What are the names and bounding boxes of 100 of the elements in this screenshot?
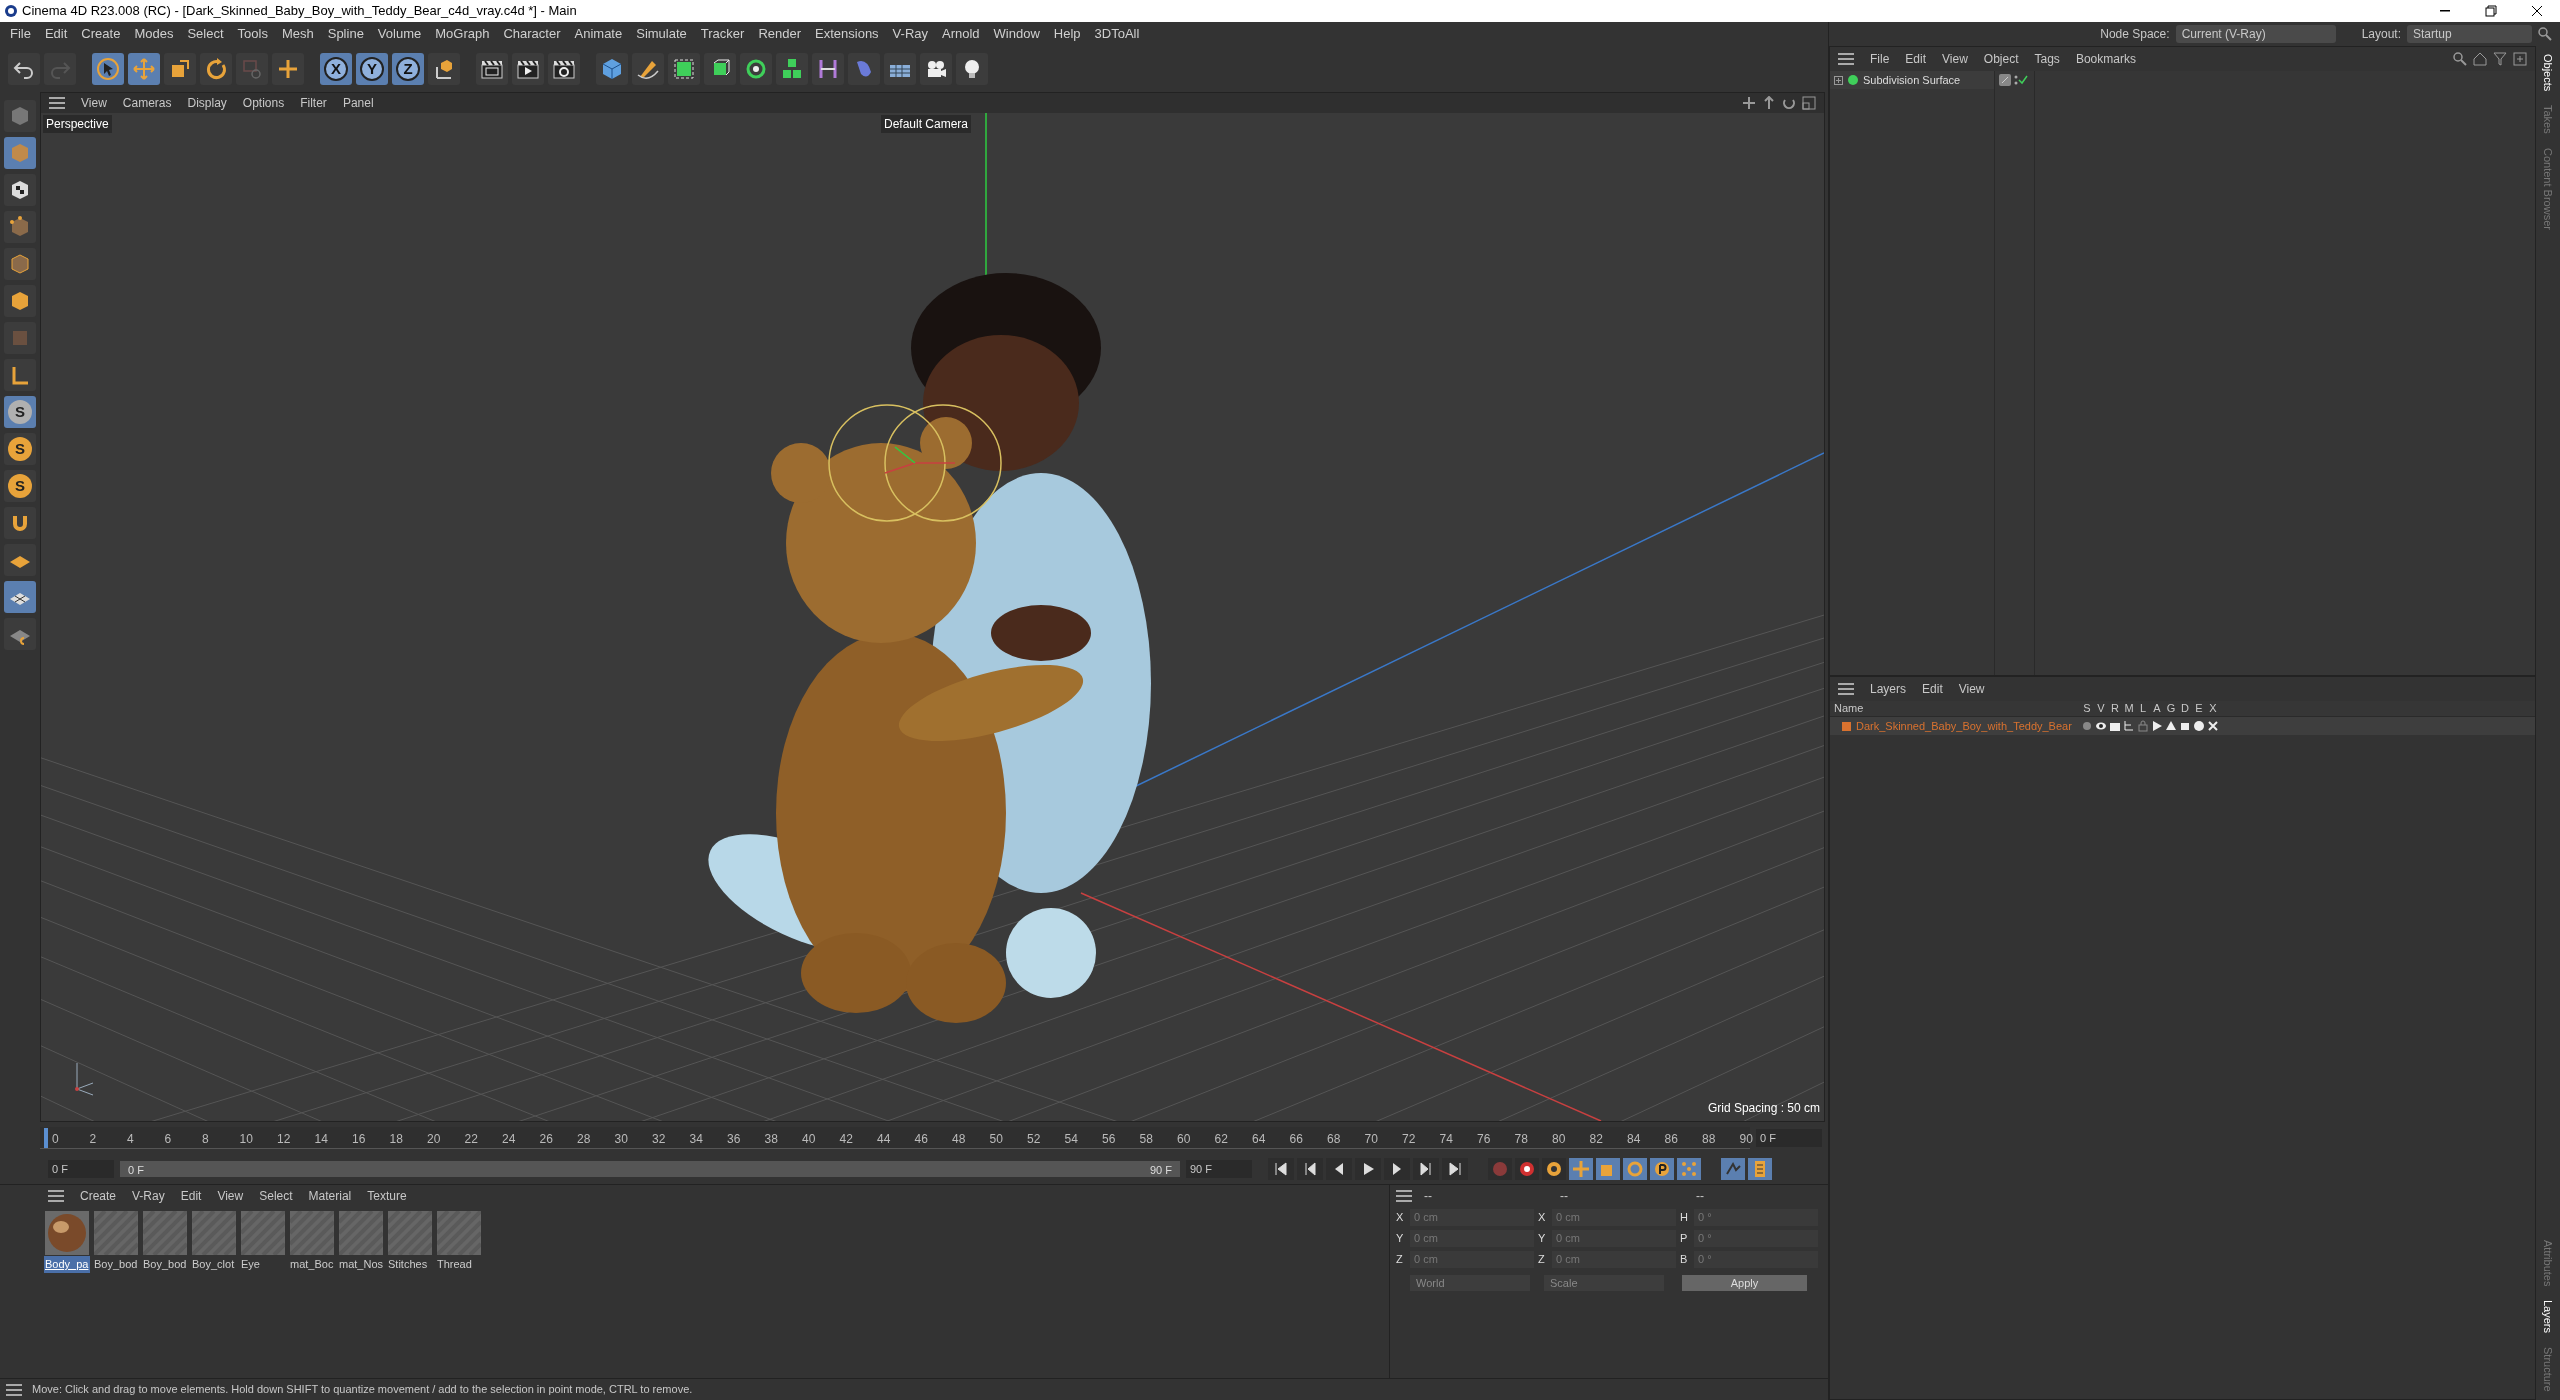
viewport-menu-item[interactable]: Cameras xyxy=(122,94,172,112)
material-name[interactable]: Body_pa xyxy=(44,1256,90,1273)
axis-button[interactable]: Y xyxy=(356,53,388,85)
material-name[interactable]: Boy_bod xyxy=(142,1256,188,1273)
menu-item[interactable]: MoGraph xyxy=(435,24,490,44)
objects-menu-item[interactable]: Tags xyxy=(2034,50,2060,68)
magnet-button[interactable] xyxy=(4,507,36,539)
menu-item[interactable]: Modes xyxy=(134,24,174,44)
viewport-menu-item[interactable]: Filter xyxy=(300,94,327,112)
menu-item[interactable]: Select xyxy=(187,24,224,44)
objects-menu-item[interactable]: Bookmarks xyxy=(2075,50,2136,68)
snap-button[interactable]: S xyxy=(4,396,36,428)
material-name[interactable]: Thread xyxy=(436,1256,482,1273)
objects-menu-item[interactable]: Object xyxy=(1983,50,2019,68)
menu-item[interactable]: Simulate xyxy=(636,24,687,44)
pen-button[interactable] xyxy=(632,53,664,85)
material-name[interactable]: Boy_bod xyxy=(93,1256,139,1273)
maximize-view-button[interactable] xyxy=(1802,96,1816,110)
previous-key-button[interactable] xyxy=(1297,1158,1323,1180)
material-name[interactable]: mat_Boc xyxy=(289,1256,335,1273)
frame-range-slider[interactable]: 0 F 90 F xyxy=(120,1161,1180,1177)
material-menu-item[interactable]: Select xyxy=(259,1187,293,1205)
material-name[interactable]: mat_Nos xyxy=(338,1256,384,1273)
viewport-menu-item[interactable]: View xyxy=(81,94,107,112)
dolly-button[interactable] xyxy=(1762,96,1776,110)
previous-frame-button[interactable] xyxy=(1326,1158,1352,1180)
current-frame-field[interactable]: 0 F xyxy=(1756,1129,1822,1147)
objects-menu-item[interactable]: View xyxy=(1942,50,1968,68)
objects-menu-item[interactable]: Edit xyxy=(1905,50,1927,68)
menu-item[interactable]: Render xyxy=(758,24,801,44)
next-key-button[interactable] xyxy=(1413,1158,1439,1180)
undo-button[interactable] xyxy=(8,53,40,85)
viewport-menu-item[interactable]: Panel xyxy=(342,94,374,112)
grid-snap-button[interactable] xyxy=(4,581,36,613)
material-menu-item[interactable]: Create xyxy=(80,1187,117,1205)
menu-item[interactable]: Extensions xyxy=(815,24,879,44)
edges-mode-button[interactable] xyxy=(4,248,36,280)
cubes-button[interactable] xyxy=(776,53,808,85)
timeline-button[interactable] xyxy=(1721,1158,1745,1180)
points-mode-button[interactable] xyxy=(4,211,36,243)
model-mode-button[interactable] xyxy=(4,100,36,132)
play-button[interactable] xyxy=(1355,1158,1381,1180)
end-frame-field[interactable]: 90 F xyxy=(1186,1160,1252,1178)
go-to-start-button[interactable] xyxy=(1268,1158,1294,1180)
menu-item[interactable]: Arnold xyxy=(942,24,980,44)
cursor-button[interactable] xyxy=(92,53,124,85)
subdivision-button[interactable] xyxy=(668,53,700,85)
viewport-menu-item[interactable]: Display xyxy=(187,94,227,112)
menu-item[interactable]: Help xyxy=(1053,24,1081,44)
layers-menu-item[interactable]: Layers xyxy=(1870,680,1907,698)
light-bulb-button[interactable] xyxy=(956,53,988,85)
render-settings-button[interactable] xyxy=(548,53,580,85)
layers-menu-item[interactable]: Edit xyxy=(1922,680,1943,698)
menu-item[interactable]: Tracker xyxy=(700,24,745,44)
material-name[interactable]: Boy_clot xyxy=(191,1256,237,1273)
axis-button[interactable]: Z xyxy=(392,53,424,85)
key-parameter-button[interactable] xyxy=(1650,1158,1674,1180)
floor-button[interactable] xyxy=(884,53,916,85)
objects-menu-item[interactable]: File xyxy=(1870,50,1890,68)
side-tab[interactable]: Layers xyxy=(2539,1300,2557,1334)
coordinate-system-button[interactable] xyxy=(428,53,460,85)
deformer-button[interactable] xyxy=(812,53,844,85)
polygons-mode-button[interactable] xyxy=(4,285,36,317)
menu-item[interactable]: Character xyxy=(503,24,561,44)
menu-item[interactable]: Spline xyxy=(327,24,364,44)
cloner-button[interactable] xyxy=(740,53,772,85)
object-row[interactable]: Subdivision Surface xyxy=(1830,71,1994,89)
cube-generator-button[interactable] xyxy=(704,53,736,85)
render-play-button[interactable] xyxy=(512,53,544,85)
layout-dropdown[interactable]: Startup xyxy=(2407,25,2532,43)
menu-item[interactable]: V-Ray xyxy=(892,24,928,44)
add-move-button[interactable] xyxy=(272,53,304,85)
side-tab[interactable]: Objects xyxy=(2539,54,2557,92)
menu-item[interactable]: Edit xyxy=(44,24,68,44)
menu-item[interactable]: Mesh xyxy=(281,24,314,44)
locked-workplane-button[interactable] xyxy=(4,618,36,650)
workplane-button[interactable] xyxy=(4,544,36,576)
cube-button[interactable] xyxy=(596,53,628,85)
menu-item[interactable]: 3DToAll xyxy=(1094,24,1140,44)
material-name[interactable]: Stitches xyxy=(387,1256,433,1273)
record-button[interactable] xyxy=(1515,1158,1539,1180)
scale-button[interactable] xyxy=(164,53,196,85)
material-menu-item[interactable]: Texture xyxy=(367,1187,407,1205)
menu-item[interactable]: Animate xyxy=(574,24,623,44)
material-menu-item[interactable]: View xyxy=(217,1187,244,1205)
material-menu-item[interactable]: Material xyxy=(308,1187,352,1205)
pan-button[interactable] xyxy=(1742,96,1756,110)
node-space-dropdown[interactable]: Current (V-Ray) xyxy=(2175,25,2336,43)
menu-item[interactable]: Create xyxy=(81,24,121,44)
viewport-menu-item[interactable]: Options xyxy=(242,94,285,112)
snap-button[interactable]: S xyxy=(4,470,36,502)
camera-button[interactable] xyxy=(920,53,952,85)
axis-button[interactable]: X xyxy=(320,53,352,85)
next-frame-button[interactable] xyxy=(1384,1158,1410,1180)
keyframe-settings-button[interactable] xyxy=(1542,1158,1566,1180)
material-name[interactable]: Eye xyxy=(240,1256,286,1273)
menu-item[interactable]: Volume xyxy=(377,24,422,44)
clapperboard-button[interactable] xyxy=(476,53,508,85)
material-menu-item[interactable]: Edit xyxy=(180,1187,202,1205)
menu-item[interactable]: File xyxy=(10,24,31,44)
